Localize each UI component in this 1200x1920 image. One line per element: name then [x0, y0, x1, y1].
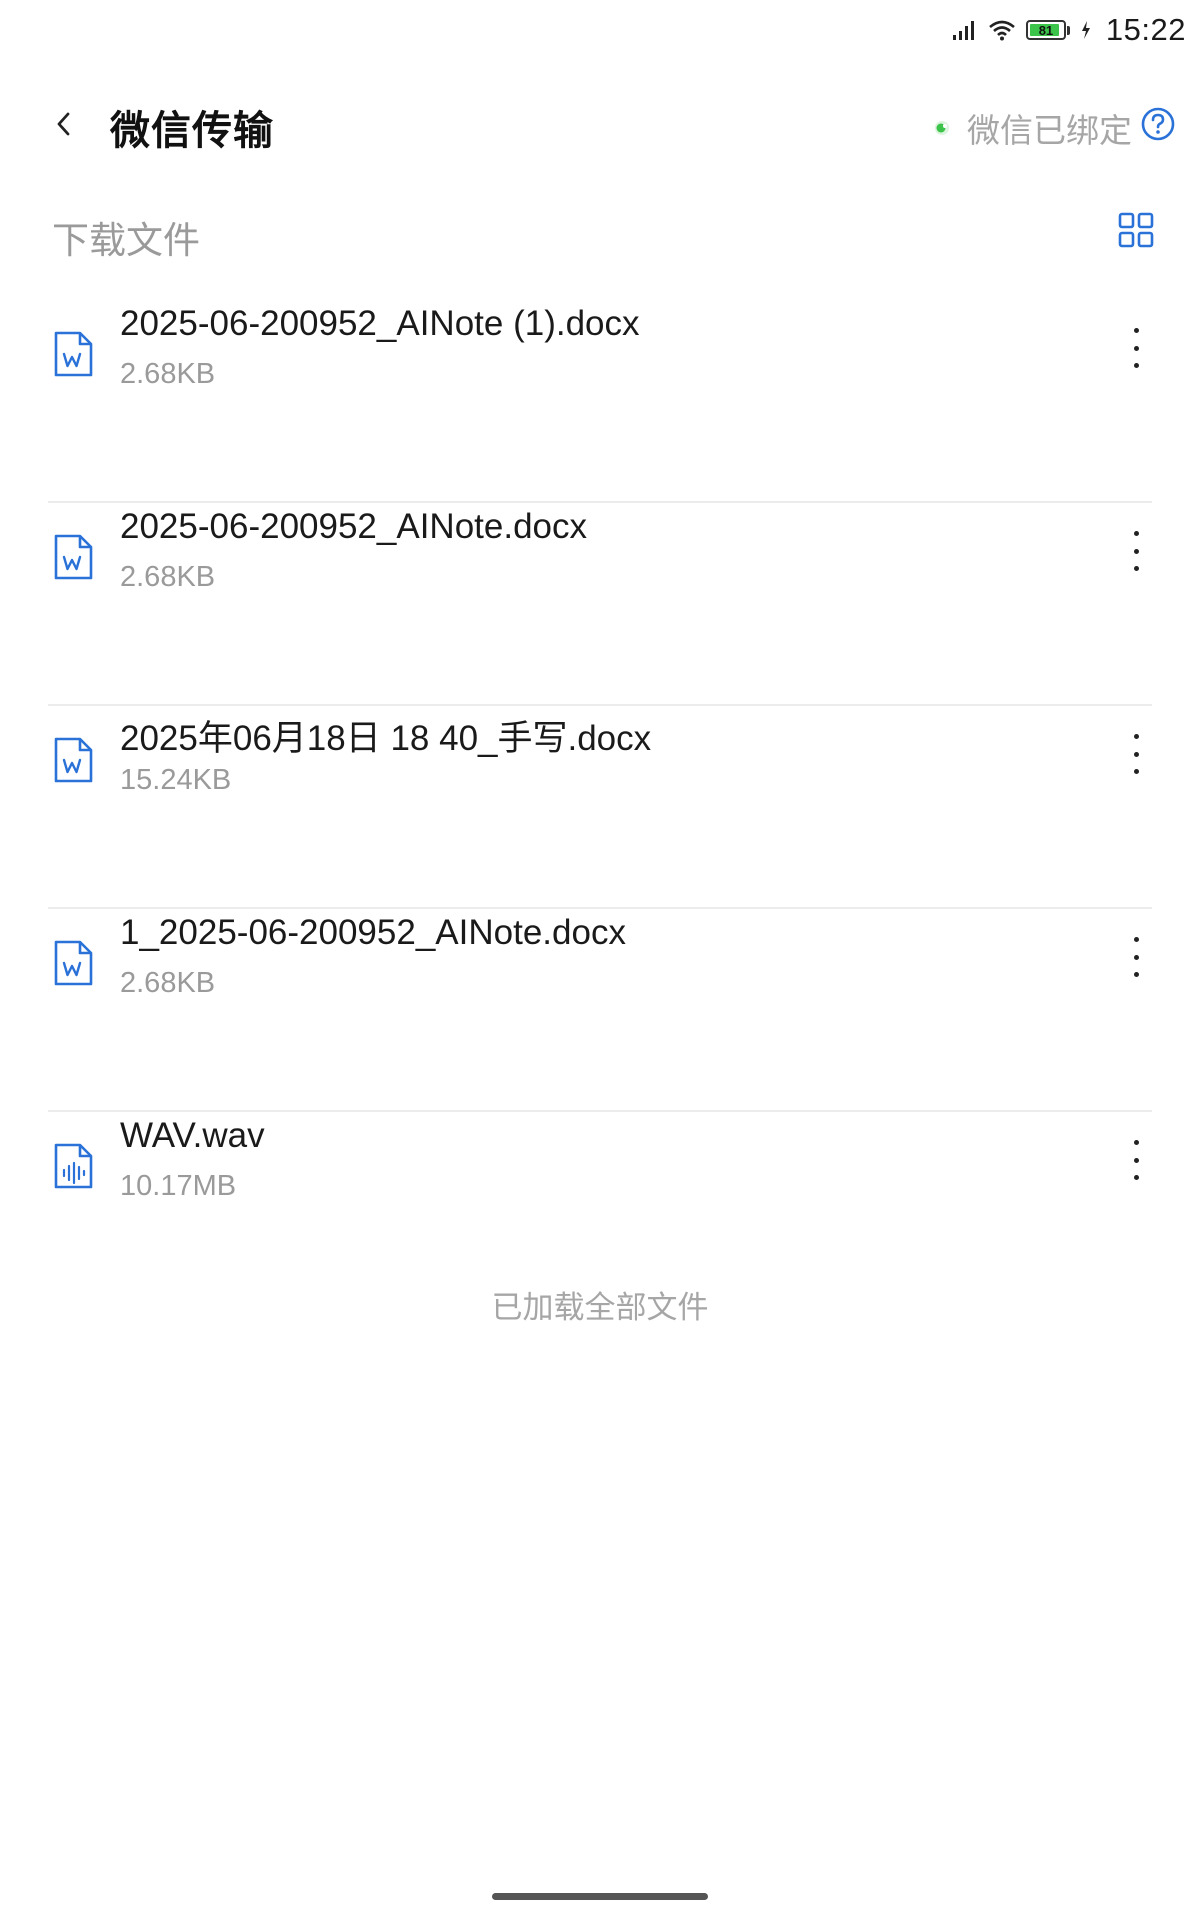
clock: 15:22	[1105, 12, 1186, 47]
word-file-icon	[54, 737, 93, 783]
more-dots-icon	[1133, 328, 1139, 333]
page-title: 微信传输	[110, 109, 274, 153]
file-name: WAV.wav	[120, 1116, 265, 1155]
file-list: 2025-06-200952_AINote (1).docx 2.68KB 20…	[48, 300, 1152, 1315]
audio-file-icon	[54, 1143, 93, 1189]
file-name: 2025年06月18日 18 40_手写.docx	[120, 719, 652, 758]
more-options-button[interactable]	[1126, 531, 1146, 571]
file-list-item[interactable]: 2025年06月18日 18 40_手写.docx 15.24KB	[48, 706, 1152, 909]
file-name: 2025-06-200952_AINote.docx	[120, 507, 588, 546]
more-options-button[interactable]	[1126, 734, 1146, 774]
app-header: 微信传输 微信已绑定	[0, 80, 1200, 170]
battery-level: 81	[1038, 22, 1054, 38]
word-file-icon	[54, 534, 93, 580]
file-size: 15.24KB	[120, 764, 232, 796]
back-arrow-icon	[57, 112, 70, 136]
section-title: 下载文件	[52, 220, 200, 261]
more-options-button[interactable]	[1126, 1140, 1146, 1180]
file-size: 10.17MB	[120, 1170, 237, 1202]
word-file-icon	[54, 940, 93, 986]
file-list-item[interactable]: 2025-06-200952_AINote (1).docx 2.68KB	[48, 300, 1152, 503]
more-dots-icon	[1133, 734, 1139, 739]
file-name: 1_2025-06-200952_AINote.docx	[120, 913, 626, 952]
more-options-button[interactable]	[1126, 328, 1146, 368]
file-size: 2.68KB	[120, 358, 216, 390]
charging-icon	[1081, 21, 1090, 39]
home-indicator[interactable]	[492, 1893, 708, 1900]
bind-status-text: 微信已绑定	[967, 112, 1132, 149]
signal-icon	[952, 21, 974, 40]
status-icons: 81 15:22	[952, 12, 1186, 48]
word-file-icon	[54, 331, 93, 377]
all-files-loaded-note: 已加载全部文件	[491, 1290, 709, 1325]
more-dots-icon	[1133, 1140, 1139, 1145]
file-size: 2.68KB	[120, 561, 216, 593]
more-options-button[interactable]	[1126, 937, 1146, 977]
grid-view-icon[interactable]	[1118, 212, 1154, 248]
file-list-item[interactable]: 2025-06-200952_AINote.docx 2.68KB	[48, 503, 1152, 706]
help-icon[interactable]	[1140, 106, 1176, 142]
more-dots-icon	[1133, 531, 1139, 536]
wifi-icon	[989, 20, 1015, 41]
wechat-dot-icon	[935, 121, 949, 135]
battery-cap	[1066, 25, 1070, 35]
file-name: 2025-06-200952_AINote (1).docx	[120, 304, 640, 343]
file-size: 2.68KB	[120, 967, 216, 999]
battery-icon: 81	[1025, 20, 1066, 40]
wechat-bind-status[interactable]: 微信已绑定	[929, 104, 1132, 152]
more-dots-icon	[1133, 937, 1139, 942]
status-bar: 81 15:22	[0, 0, 1200, 60]
back-button[interactable]	[44, 104, 84, 144]
file-list-item[interactable]: 1_2025-06-200952_AINote.docx 2.68KB	[48, 909, 1152, 1112]
